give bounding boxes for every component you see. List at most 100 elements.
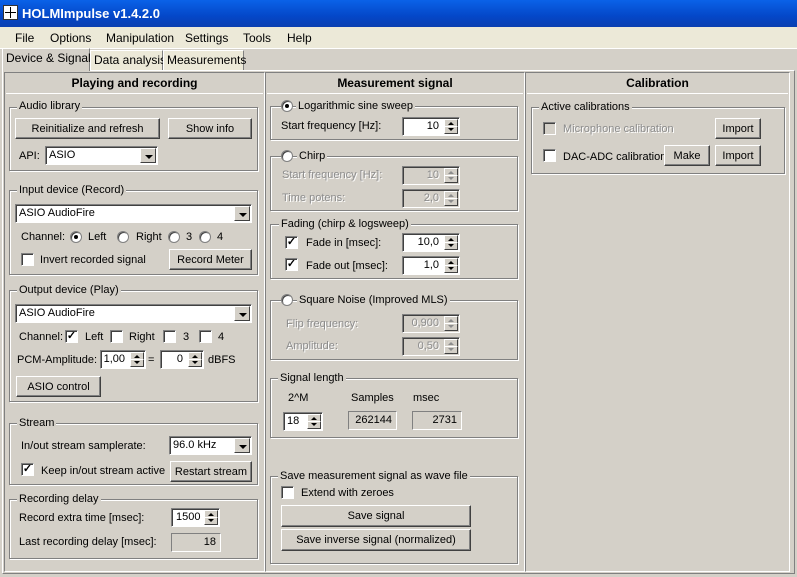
pcm-amplitude-spinner[interactable]: 1,00: [100, 350, 146, 369]
group-title-stream: Stream: [17, 417, 57, 429]
spin-down-icon[interactable]: [307, 421, 321, 429]
fade-out-checkbox[interactable]: ✓: [285, 258, 298, 271]
invert-recorded-checkbox[interactable]: [21, 253, 34, 266]
output-channel-4-checkbox[interactable]: [199, 330, 212, 343]
flip-frequency-label: Flip frequency:: [286, 318, 359, 330]
spin-down-icon: [444, 198, 458, 206]
col-samples-label: Samples: [351, 392, 394, 404]
tab-device-signal[interactable]: Device & Signal: [2, 48, 91, 71]
record-extra-time-label: Record extra time [msec]:: [19, 512, 145, 524]
msec-value: 2731: [412, 411, 462, 430]
chirp-time-label: Time potens:: [282, 192, 346, 204]
api-select[interactable]: ASIO: [45, 146, 158, 165]
fade-out-spinner[interactable]: 1,0: [402, 256, 460, 275]
output-channel-left-checkbox[interactable]: ✓: [65, 330, 78, 343]
group-title-input-device: Input device (Record): [17, 184, 127, 196]
output-channel-4-label: 4: [218, 331, 225, 343]
equals-sign: =: [148, 354, 155, 366]
input-channel-4-label: 4: [217, 231, 224, 243]
group-title-logsweep: Logarithmic sine sweep: [296, 100, 415, 112]
dbfs-spinner[interactable]: 0: [160, 350, 204, 369]
input-channel-3-radio[interactable]: [168, 231, 180, 243]
mic-calibration-checkbox: [543, 122, 556, 135]
record-meter-button[interactable]: Record Meter: [169, 249, 252, 270]
input-channel-right-radio[interactable]: [117, 231, 129, 243]
flip-frequency-spinner: 0,900: [402, 314, 460, 333]
chevron-down-icon[interactable]: [234, 438, 250, 453]
dac-import-button[interactable]: Import: [715, 145, 761, 166]
square-noise-radio[interactable]: [281, 294, 293, 306]
fade-in-value: 10,0: [417, 236, 439, 248]
input-channel-4-radio[interactable]: [199, 231, 211, 243]
output-device-select[interactable]: ASIO AudioFire: [15, 304, 252, 323]
asio-control-button[interactable]: ASIO control: [16, 376, 101, 397]
window-title: HOLMImpulse v1.4.2.0: [22, 6, 160, 21]
spin-down-icon[interactable]: [130, 359, 144, 367]
dac-make-button[interactable]: Make: [664, 145, 710, 166]
logsweep-radio[interactable]: [281, 100, 293, 112]
input-channel-label: Channel:: [21, 231, 66, 243]
group-title-active-calibrations: Active calibrations: [539, 101, 632, 113]
save-inverse-signal-button[interactable]: Save inverse signal (normalized): [281, 529, 471, 551]
menu-tools[interactable]: Tools: [243, 31, 271, 45]
input-channel-3-label: 3: [186, 231, 193, 243]
chirp-start-label: Start frequency [Hz]:: [282, 169, 383, 181]
spin-down-icon[interactable]: [188, 359, 202, 367]
noise-amplitude-label: Amplitude:: [286, 340, 338, 352]
heading-playing-recording: Playing and recording: [71, 76, 198, 90]
restart-stream-button[interactable]: Restart stream: [170, 461, 252, 482]
tab-measurements[interactable]: Measurements: [163, 50, 246, 70]
tab-data-analysis[interactable]: Data analysis: [90, 50, 166, 70]
heading-measurement-signal: Measurement signal: [337, 76, 453, 90]
flip-frequency-value: 0,900: [411, 317, 439, 329]
spin-down-icon[interactable]: [444, 265, 458, 273]
group-title-save-wave: Save measurement signal as wave file: [278, 470, 470, 482]
samplerate-value: 96.0 kHz: [173, 439, 217, 451]
noise-amplitude-value: 0,50: [417, 340, 439, 352]
input-channel-left-radio[interactable]: [70, 231, 82, 243]
spin-down-icon[interactable]: [444, 242, 458, 250]
output-channel-left-label: Left: [85, 331, 104, 343]
chevron-down-icon[interactable]: [140, 148, 156, 163]
output-channel-right-label: Right: [129, 331, 155, 343]
input-channel-right-label: Right: [136, 231, 162, 243]
menu-manipulation[interactable]: Manipulation: [106, 31, 174, 45]
fade-in-checkbox[interactable]: ✓: [285, 236, 298, 249]
mic-import-button[interactable]: Import: [715, 118, 761, 139]
menu-settings[interactable]: Settings: [185, 31, 228, 45]
save-signal-button[interactable]: Save signal: [281, 505, 471, 527]
invert-recorded-label: Invert recorded signal: [40, 254, 146, 266]
dac-adc-calibration-label: DAC-ADC calibration: [563, 151, 667, 163]
signal-length-m-spinner[interactable]: 18: [283, 412, 323, 431]
logsweep-start-spinner[interactable]: 10: [402, 117, 460, 136]
pcm-amplitude-value: 1,00: [103, 353, 125, 365]
chevron-down-icon[interactable]: [234, 206, 250, 221]
spin-down-icon[interactable]: [204, 517, 218, 525]
record-extra-time-spinner[interactable]: 1500: [171, 508, 220, 527]
keep-stream-active-checkbox[interactable]: ✓: [21, 463, 34, 476]
chirp-radio[interactable]: [281, 150, 293, 162]
spin-down-icon[interactable]: [444, 126, 458, 134]
chevron-down-icon[interactable]: [234, 306, 250, 321]
input-device-select[interactable]: ASIO AudioFire: [15, 204, 252, 223]
output-channel-right-checkbox[interactable]: [110, 330, 123, 343]
divider: [6, 93, 263, 94]
menu-help[interactable]: Help: [287, 31, 312, 45]
group-title-recording-delay: Recording delay: [17, 493, 101, 505]
menu-options[interactable]: Options: [50, 31, 91, 45]
extend-zeroes-checkbox[interactable]: [281, 486, 294, 499]
show-info-button[interactable]: Show info: [168, 118, 252, 139]
samples-value: 262144: [348, 411, 397, 430]
menu-file[interactable]: File: [15, 31, 34, 45]
output-channel-3-checkbox[interactable]: [163, 330, 176, 343]
fade-in-label: Fade in [msec]:: [306, 237, 382, 249]
samplerate-select[interactable]: 96.0 kHz: [169, 436, 252, 455]
dbfs-unit: dBFS: [208, 354, 236, 366]
dac-adc-calibration-checkbox[interactable]: [543, 149, 556, 162]
logsweep-start-label: Start frequency [Hz]:: [281, 120, 382, 132]
spin-down-icon: [444, 175, 458, 183]
title-bar: HOLMImpulse v1.4.2.0: [0, 0, 797, 27]
group-title-signal-length: Signal length: [278, 372, 346, 384]
reinitialize-refresh-button[interactable]: Reinitialize and refresh: [15, 118, 160, 139]
fade-in-spinner[interactable]: 10,0: [402, 233, 460, 252]
